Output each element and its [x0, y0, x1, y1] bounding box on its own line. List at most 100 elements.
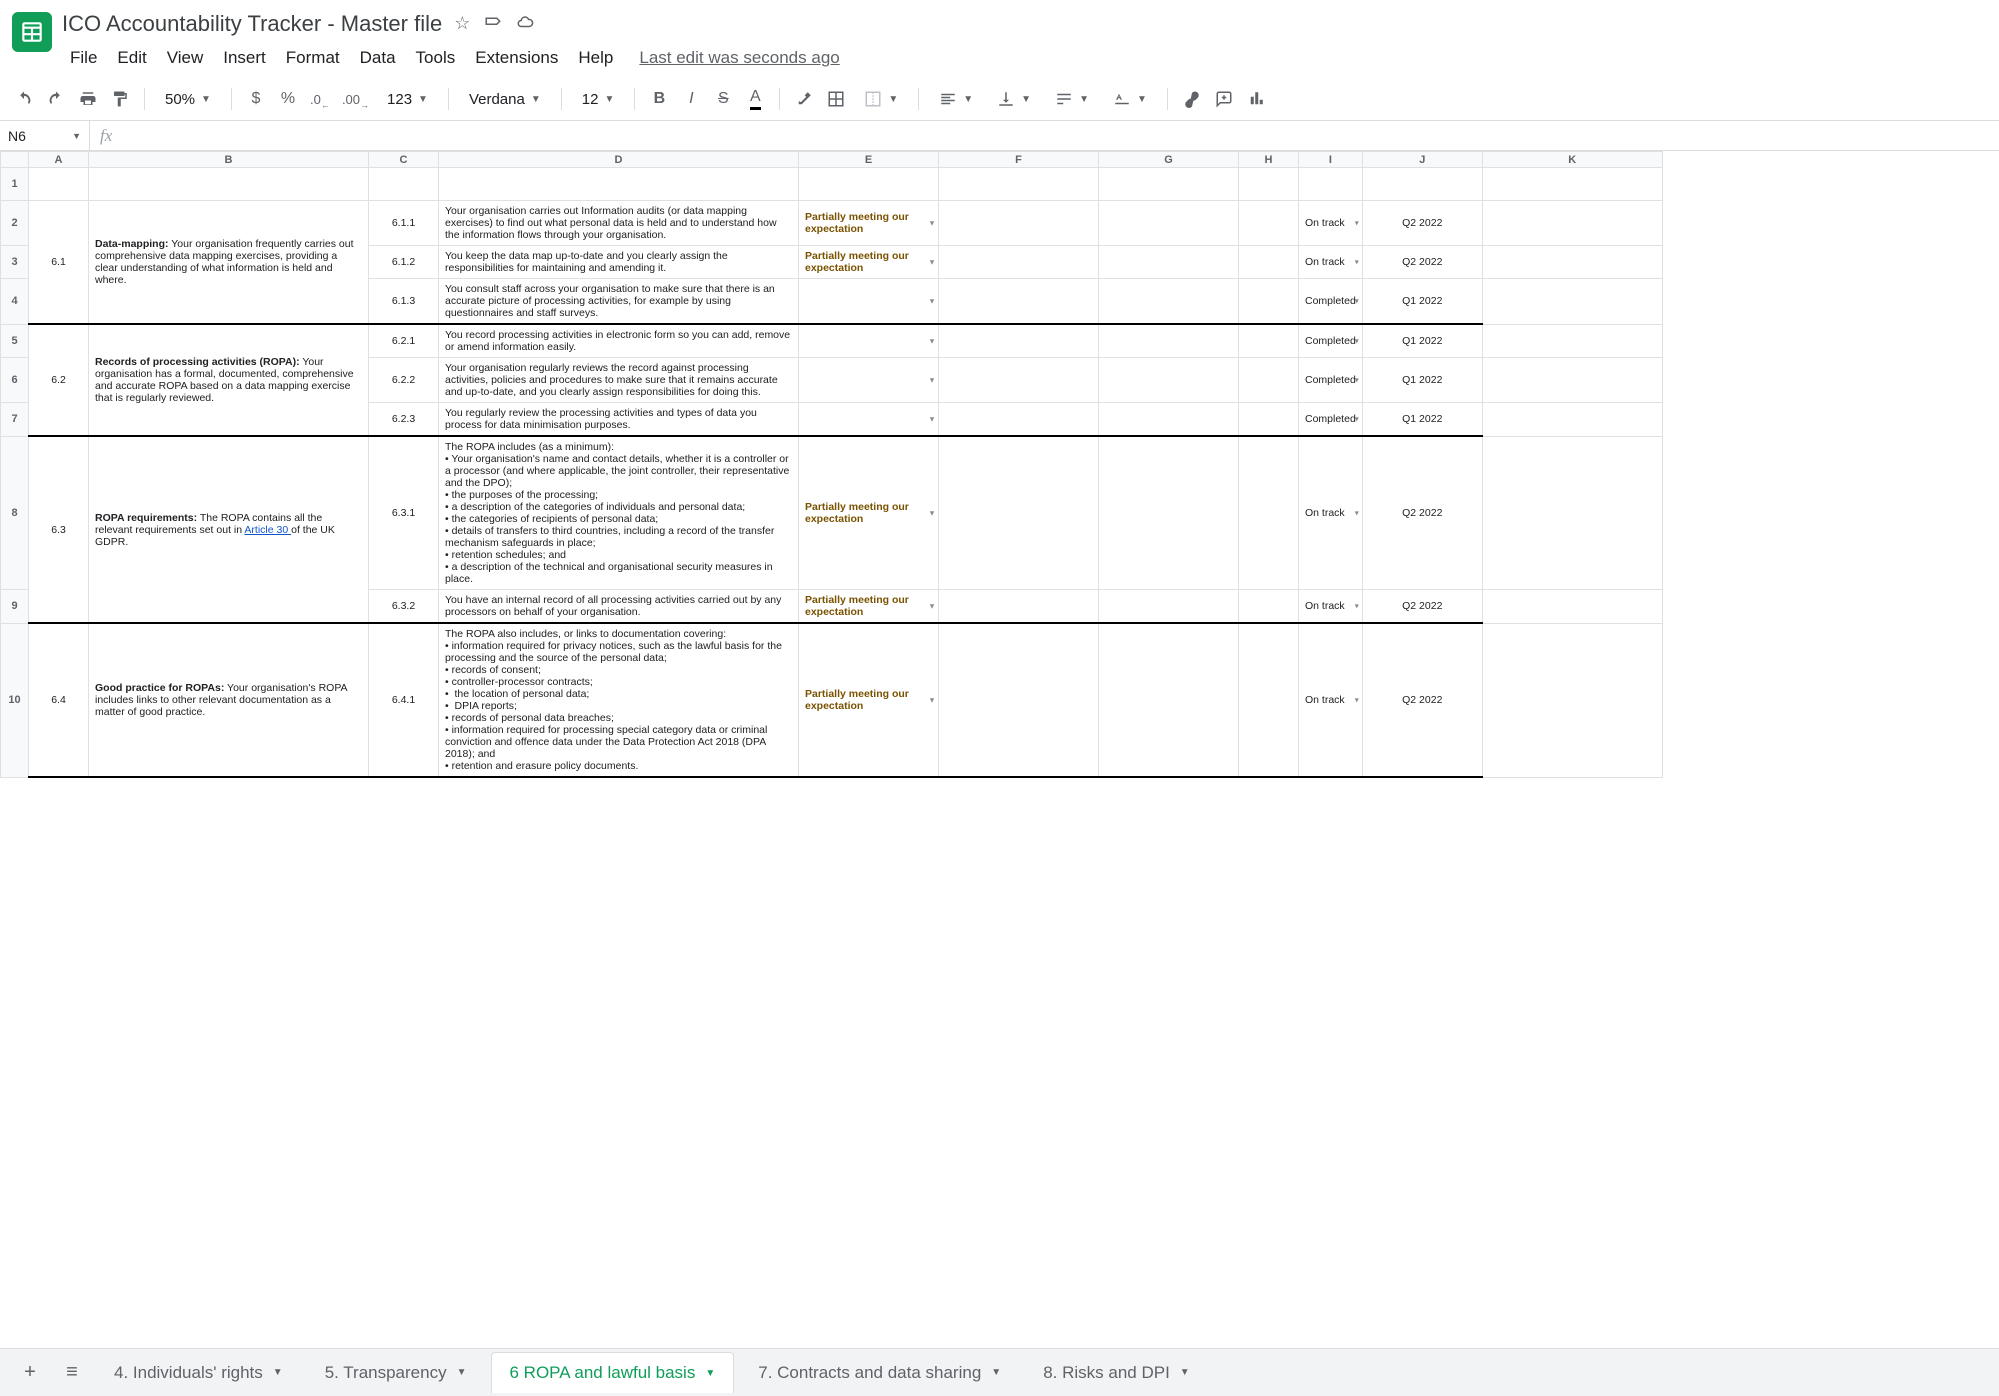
- cell-reference[interactable]: 6.1.3: [369, 279, 439, 325]
- cloud-status-icon[interactable]: [516, 13, 534, 36]
- cell-action-owner[interactable]: [1239, 279, 1299, 325]
- cell-due-date[interactable]: Q2 2022: [1362, 436, 1482, 590]
- insert-link-button[interactable]: [1178, 84, 1206, 114]
- cell-action-owner[interactable]: [1239, 201, 1299, 246]
- row-header-8[interactable]: 8: [1, 436, 29, 590]
- article-30-link[interactable]: Article 30: [244, 524, 291, 536]
- menu-help[interactable]: Help: [570, 44, 621, 72]
- cell-reasons[interactable]: [939, 403, 1099, 437]
- sheet-tab-1[interactable]: 5. Transparency▼: [307, 1352, 485, 1393]
- cell-action-owner[interactable]: [1239, 403, 1299, 437]
- document-title[interactable]: ICO Accountability Tracker - Master file: [62, 11, 442, 37]
- row-header-9[interactable]: 9: [1, 590, 29, 624]
- row-header-1[interactable]: 1: [1, 168, 29, 201]
- sheet-tab-3[interactable]: 7. Contracts and data sharing▼: [740, 1352, 1019, 1393]
- col-header-I[interactable]: I: [1299, 152, 1363, 168]
- row-header-6[interactable]: 6: [1, 358, 29, 403]
- redo-button[interactable]: [42, 84, 70, 114]
- number-format-select[interactable]: 123▼: [377, 84, 438, 114]
- cell-way[interactable]: The ROPA includes (as a minimum): • Your…: [439, 436, 799, 590]
- cell-reference[interactable]: 6.1.1: [369, 201, 439, 246]
- header-cell-I[interactable]: Action Status: [1299, 168, 1363, 201]
- col-header-G[interactable]: G: [1099, 152, 1239, 168]
- cell-way[interactable]: You record processing activities in elec…: [439, 324, 799, 358]
- text-color-button[interactable]: A: [741, 84, 769, 114]
- header-cell-F[interactable]: Reasons for Status: [939, 168, 1099, 201]
- cell-way[interactable]: You consult staff across your organisati…: [439, 279, 799, 325]
- insert-chart-button[interactable]: [1242, 84, 1270, 114]
- cell-empty-k[interactable]: [1482, 590, 1662, 624]
- cell-due-date[interactable]: Q1 2022: [1362, 279, 1482, 325]
- col-header-H[interactable]: H: [1239, 152, 1299, 168]
- cell-reasons[interactable]: [939, 324, 1099, 358]
- cell-empty-k[interactable]: [1482, 436, 1662, 590]
- menu-insert[interactable]: Insert: [215, 44, 274, 72]
- col-header-C[interactable]: C: [369, 152, 439, 168]
- cell-due-date[interactable]: Q1 2022: [1362, 324, 1482, 358]
- cell-due-date[interactable]: Q2 2022: [1362, 246, 1482, 279]
- cell-due-date[interactable]: Q2 2022: [1362, 590, 1482, 624]
- cell-action-owner[interactable]: [1239, 246, 1299, 279]
- col-header-D[interactable]: D: [439, 152, 799, 168]
- spreadsheet-grid[interactable]: ABCDEFGHIJK1NumberOur expectationsRefere…: [0, 151, 1999, 1347]
- col-header-K[interactable]: K: [1482, 152, 1662, 168]
- cell-empty-k[interactable]: [1482, 279, 1662, 325]
- cell-actions[interactable]: [1099, 279, 1239, 325]
- font-size-select[interactable]: 12▼: [572, 84, 625, 114]
- cell-action-status[interactable]: On track: [1299, 623, 1363, 777]
- header-cell-E[interactable]: Current status: [799, 168, 939, 201]
- cell-reference[interactable]: 6.2.2: [369, 358, 439, 403]
- cell-actions[interactable]: [1099, 201, 1239, 246]
- cell-expectation[interactable]: Records of processing activities (ROPA):…: [89, 324, 369, 436]
- row-header-10[interactable]: 10: [1, 623, 29, 777]
- cell-status[interactable]: Partially meeting our expectation: [799, 246, 939, 279]
- sheet-tab-2[interactable]: 6 ROPA and lawful basis▼: [491, 1352, 735, 1393]
- cell-status[interactable]: Partially meeting our expectation: [799, 590, 939, 624]
- cell-due-date[interactable]: Q2 2022: [1362, 201, 1482, 246]
- last-edit-link[interactable]: Last edit was seconds ago: [639, 48, 839, 68]
- cell-reference[interactable]: 6.3.2: [369, 590, 439, 624]
- cell-action-status[interactable]: Completed: [1299, 324, 1363, 358]
- cell-way[interactable]: You keep the data map up-to-date and you…: [439, 246, 799, 279]
- menu-edit[interactable]: Edit: [109, 44, 154, 72]
- cell-empty-k[interactable]: [1482, 324, 1662, 358]
- star-icon[interactable]: ☆: [454, 13, 470, 36]
- header-cell-D[interactable]: Ways to meet our expectations: [439, 168, 799, 201]
- cell-empty-k[interactable]: [1482, 403, 1662, 437]
- cell-reference[interactable]: 6.1.2: [369, 246, 439, 279]
- col-header-A[interactable]: A: [29, 152, 89, 168]
- cell-number[interactable]: 6.2: [29, 324, 89, 436]
- cell-expectation[interactable]: Good practice for ROPAs: Your organisati…: [89, 623, 369, 777]
- cell-reference[interactable]: 6.2.1: [369, 324, 439, 358]
- col-header-J[interactable]: J: [1362, 152, 1482, 168]
- cell-reference[interactable]: 6.4.1: [369, 623, 439, 777]
- cell-reasons[interactable]: [939, 436, 1099, 590]
- borders-button[interactable]: [822, 84, 850, 114]
- cell-due-date[interactable]: Q2 2022: [1362, 623, 1482, 777]
- cell-way[interactable]: The ROPA also includes, or links to docu…: [439, 623, 799, 777]
- row-header-4[interactable]: 4: [1, 279, 29, 325]
- cell-way[interactable]: You regularly review the processing acti…: [439, 403, 799, 437]
- sheets-app-icon[interactable]: [12, 12, 52, 52]
- row-header-2[interactable]: 2: [1, 201, 29, 246]
- cell-action-status[interactable]: Completed: [1299, 279, 1363, 325]
- cell-action-owner[interactable]: [1239, 358, 1299, 403]
- zoom-select[interactable]: 50%▼: [155, 84, 221, 114]
- strikethrough-button[interactable]: S: [709, 84, 737, 114]
- cell-reasons[interactable]: [939, 623, 1099, 777]
- cell-action-status[interactable]: Completed: [1299, 358, 1363, 403]
- cell-action-owner[interactable]: [1239, 623, 1299, 777]
- cell-number[interactable]: 6.1: [29, 201, 89, 325]
- cell-way[interactable]: You have an internal record of all proce…: [439, 590, 799, 624]
- cell-actions[interactable]: [1099, 623, 1239, 777]
- text-rotation-button[interactable]: ▼: [1103, 84, 1157, 114]
- cell-status[interactable]: Fully meeting our expectation: [799, 324, 939, 358]
- formula-input[interactable]: [122, 121, 1999, 150]
- cell-actions[interactable]: [1099, 324, 1239, 358]
- bold-button[interactable]: B: [645, 84, 673, 114]
- decrease-decimal-button[interactable]: .0←: [306, 84, 334, 114]
- cell-action-status[interactable]: On track: [1299, 590, 1363, 624]
- cell-reasons[interactable]: [939, 201, 1099, 246]
- sheet-tab-0[interactable]: 4. Individuals' rights▼: [96, 1352, 301, 1393]
- font-select[interactable]: Verdana▼: [459, 84, 551, 114]
